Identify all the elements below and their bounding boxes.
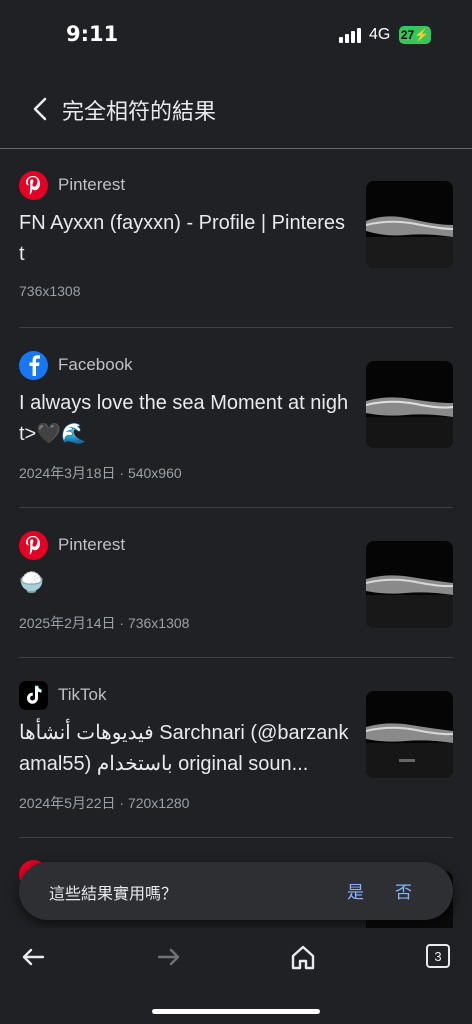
result-source: TikTok xyxy=(19,680,107,710)
tiktok-icon xyxy=(19,680,48,710)
status-bar: 9:11 4G 27 ⚡ xyxy=(0,0,472,70)
facebook-icon xyxy=(19,350,48,380)
source-name: Pinterest xyxy=(58,175,126,194)
result-item[interactable]: Pinterest FN Ayxxn (fayxxn) - Profile | … xyxy=(19,170,453,328)
home-icon[interactable] xyxy=(288,942,318,972)
result-meta: 736x1308 xyxy=(19,283,81,299)
result-title[interactable]: فيديوهات أنشأها Sarchnari (@barzankamal5… xyxy=(19,718,349,780)
result-meta: 2025年2月14日 · 736x1308 xyxy=(19,615,190,631)
result-item[interactable]: TikTok فيديوهات أنشأها Sarchnari (@barza… xyxy=(19,680,453,838)
pinterest-icon xyxy=(19,170,48,200)
result-item[interactable]: Pinterest 🍚 2025年2月14日 · 736x1308 xyxy=(19,530,453,658)
source-name: TikTok xyxy=(58,685,107,704)
result-title[interactable]: 🍚 xyxy=(19,568,349,599)
result-thumbnail[interactable] xyxy=(366,361,453,448)
home-indicator xyxy=(152,1009,320,1014)
result-title[interactable]: I always love the sea Moment at night>🖤🌊 xyxy=(19,388,349,450)
page-header: 完全相符的結果 xyxy=(0,70,472,149)
result-thumbnail[interactable] xyxy=(366,541,453,628)
bottom-navigation: 3 xyxy=(0,928,472,1024)
result-meta: 2024年5月22日 · 720x1280 xyxy=(19,795,190,811)
result-source: Pinterest xyxy=(19,170,125,200)
forward-arrow-icon[interactable] xyxy=(154,942,184,972)
feedback-prompt: 這些結果實用嗎？ 是 否 xyxy=(19,862,453,920)
status-time: 9:11 xyxy=(66,22,119,46)
result-thumbnail[interactable] xyxy=(366,691,453,778)
result-source: Facebook xyxy=(19,350,133,380)
source-name: Facebook xyxy=(58,355,133,374)
battery-icon: 27 ⚡ xyxy=(399,26,431,44)
signal-icon xyxy=(339,28,361,43)
feedback-question: 這些結果實用嗎？ xyxy=(49,884,178,903)
network-type: 4G xyxy=(369,26,391,43)
source-name: Pinterest xyxy=(58,535,126,554)
result-thumbnail[interactable] xyxy=(366,181,453,268)
pinterest-icon xyxy=(19,530,48,560)
result-source: Pinterest xyxy=(19,530,125,560)
result-meta: 2024年3月18日 · 540x960 xyxy=(19,465,182,481)
feedback-yes-button[interactable]: 是 xyxy=(347,878,364,903)
tab-switcher-button[interactable]: 3 xyxy=(426,944,450,968)
back-arrow-icon[interactable] xyxy=(19,942,49,972)
result-title[interactable]: FN Ayxxn (fayxxn) - Profile | Pinterest xyxy=(19,208,349,270)
battery-level: 27 xyxy=(400,28,415,42)
back-chevron-icon[interactable] xyxy=(30,96,52,122)
feedback-no-button[interactable]: 否 xyxy=(395,878,412,903)
page-title: 完全相符的結果 xyxy=(62,100,217,125)
result-item[interactable]: Facebook I always love the sea Moment at… xyxy=(19,350,453,508)
